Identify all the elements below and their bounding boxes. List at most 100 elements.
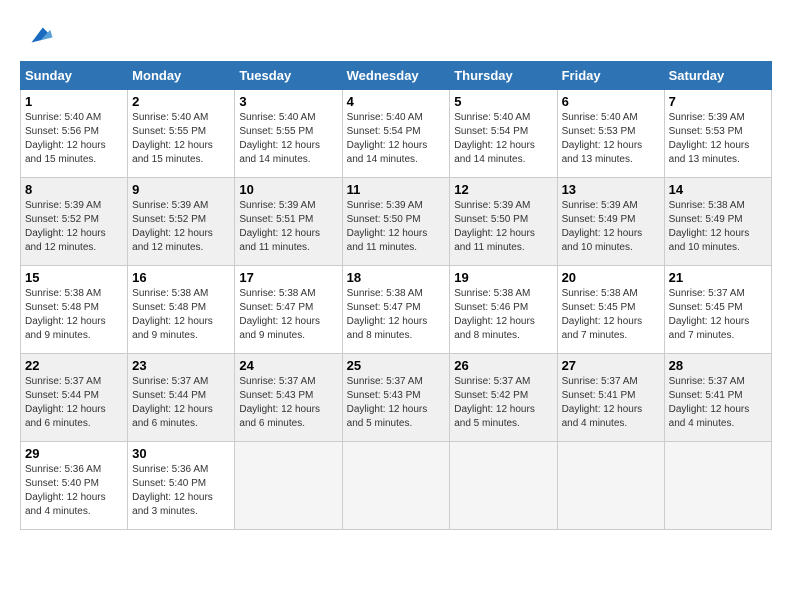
day-number: 29	[25, 446, 123, 461]
day-info: Sunrise: 5:39 AM Sunset: 5:53 PM Dayligh…	[669, 111, 767, 167]
calendar-cell: 28 Sunrise: 5:37 AM Sunset: 5:41 PM Dayl…	[664, 353, 771, 441]
day-info: Sunrise: 5:39 AM Sunset: 5:52 PM Dayligh…	[25, 199, 123, 255]
calendar-cell	[235, 441, 342, 529]
day-number: 26	[454, 358, 552, 373]
calendar-cell: 4 Sunrise: 5:40 AM Sunset: 5:54 PM Dayli…	[342, 89, 450, 177]
calendar-cell: 11 Sunrise: 5:39 AM Sunset: 5:50 PM Dayl…	[342, 177, 450, 265]
calendar-cell	[557, 441, 664, 529]
day-info: Sunrise: 5:40 AM Sunset: 5:54 PM Dayligh…	[347, 111, 446, 167]
day-number: 15	[25, 270, 123, 285]
day-number: 1	[25, 94, 123, 109]
day-number: 27	[562, 358, 660, 373]
calendar-week-3: 15 Sunrise: 5:38 AM Sunset: 5:48 PM Dayl…	[21, 265, 772, 353]
day-info: Sunrise: 5:39 AM Sunset: 5:51 PM Dayligh…	[239, 199, 337, 255]
calendar-cell: 5 Sunrise: 5:40 AM Sunset: 5:54 PM Dayli…	[450, 89, 557, 177]
day-number: 28	[669, 358, 767, 373]
day-info: Sunrise: 5:38 AM Sunset: 5:49 PM Dayligh…	[669, 199, 767, 255]
day-info: Sunrise: 5:37 AM Sunset: 5:41 PM Dayligh…	[669, 375, 767, 431]
weekday-header-tuesday: Tuesday	[235, 61, 342, 89]
day-info: Sunrise: 5:40 AM Sunset: 5:55 PM Dayligh…	[239, 111, 337, 167]
day-number: 17	[239, 270, 337, 285]
logo-icon	[24, 20, 54, 50]
calendar-header-row: SundayMondayTuesdayWednesdayThursdayFrid…	[21, 61, 772, 89]
day-info: Sunrise: 5:38 AM Sunset: 5:47 PM Dayligh…	[347, 287, 446, 343]
logo-text	[20, 20, 54, 55]
calendar-cell: 9 Sunrise: 5:39 AM Sunset: 5:52 PM Dayli…	[128, 177, 235, 265]
day-info: Sunrise: 5:39 AM Sunset: 5:50 PM Dayligh…	[454, 199, 552, 255]
calendar-cell: 20 Sunrise: 5:38 AM Sunset: 5:45 PM Dayl…	[557, 265, 664, 353]
day-number: 19	[454, 270, 552, 285]
day-number: 7	[669, 94, 767, 109]
calendar-cell: 19 Sunrise: 5:38 AM Sunset: 5:46 PM Dayl…	[450, 265, 557, 353]
calendar-cell: 10 Sunrise: 5:39 AM Sunset: 5:51 PM Dayl…	[235, 177, 342, 265]
day-info: Sunrise: 5:36 AM Sunset: 5:40 PM Dayligh…	[25, 463, 123, 519]
calendar-cell: 18 Sunrise: 5:38 AM Sunset: 5:47 PM Dayl…	[342, 265, 450, 353]
day-info: Sunrise: 5:40 AM Sunset: 5:54 PM Dayligh…	[454, 111, 552, 167]
day-number: 18	[347, 270, 446, 285]
weekday-header-wednesday: Wednesday	[342, 61, 450, 89]
weekday-header-monday: Monday	[128, 61, 235, 89]
calendar-cell: 8 Sunrise: 5:39 AM Sunset: 5:52 PM Dayli…	[21, 177, 128, 265]
calendar-cell: 24 Sunrise: 5:37 AM Sunset: 5:43 PM Dayl…	[235, 353, 342, 441]
day-info: Sunrise: 5:38 AM Sunset: 5:48 PM Dayligh…	[25, 287, 123, 343]
calendar-body: 1 Sunrise: 5:40 AM Sunset: 5:56 PM Dayli…	[21, 89, 772, 529]
day-number: 30	[132, 446, 230, 461]
weekday-header-friday: Friday	[557, 61, 664, 89]
calendar-cell: 23 Sunrise: 5:37 AM Sunset: 5:44 PM Dayl…	[128, 353, 235, 441]
calendar-cell: 6 Sunrise: 5:40 AM Sunset: 5:53 PM Dayli…	[557, 89, 664, 177]
day-number: 2	[132, 94, 230, 109]
day-number: 21	[669, 270, 767, 285]
calendar-cell: 17 Sunrise: 5:38 AM Sunset: 5:47 PM Dayl…	[235, 265, 342, 353]
calendar-week-1: 1 Sunrise: 5:40 AM Sunset: 5:56 PM Dayli…	[21, 89, 772, 177]
day-number: 10	[239, 182, 337, 197]
day-number: 6	[562, 94, 660, 109]
day-number: 16	[132, 270, 230, 285]
calendar-cell: 2 Sunrise: 5:40 AM Sunset: 5:55 PM Dayli…	[128, 89, 235, 177]
day-info: Sunrise: 5:38 AM Sunset: 5:45 PM Dayligh…	[562, 287, 660, 343]
day-info: Sunrise: 5:39 AM Sunset: 5:49 PM Dayligh…	[562, 199, 660, 255]
logo	[20, 20, 54, 51]
calendar-cell	[664, 441, 771, 529]
calendar-cell: 1 Sunrise: 5:40 AM Sunset: 5:56 PM Dayli…	[21, 89, 128, 177]
day-info: Sunrise: 5:40 AM Sunset: 5:55 PM Dayligh…	[132, 111, 230, 167]
calendar-cell: 29 Sunrise: 5:36 AM Sunset: 5:40 PM Dayl…	[21, 441, 128, 529]
calendar-cell: 15 Sunrise: 5:38 AM Sunset: 5:48 PM Dayl…	[21, 265, 128, 353]
day-number: 14	[669, 182, 767, 197]
calendar-cell: 26 Sunrise: 5:37 AM Sunset: 5:42 PM Dayl…	[450, 353, 557, 441]
weekday-header-saturday: Saturday	[664, 61, 771, 89]
page-header	[20, 20, 772, 51]
day-number: 4	[347, 94, 446, 109]
calendar-cell: 7 Sunrise: 5:39 AM Sunset: 5:53 PM Dayli…	[664, 89, 771, 177]
day-info: Sunrise: 5:37 AM Sunset: 5:44 PM Dayligh…	[132, 375, 230, 431]
calendar-cell: 27 Sunrise: 5:37 AM Sunset: 5:41 PM Dayl…	[557, 353, 664, 441]
calendar-cell: 21 Sunrise: 5:37 AM Sunset: 5:45 PM Dayl…	[664, 265, 771, 353]
calendar-cell: 16 Sunrise: 5:38 AM Sunset: 5:48 PM Dayl…	[128, 265, 235, 353]
day-info: Sunrise: 5:39 AM Sunset: 5:50 PM Dayligh…	[347, 199, 446, 255]
calendar-cell: 30 Sunrise: 5:36 AM Sunset: 5:40 PM Dayl…	[128, 441, 235, 529]
calendar-cell	[450, 441, 557, 529]
day-number: 9	[132, 182, 230, 197]
day-number: 13	[562, 182, 660, 197]
weekday-header-sunday: Sunday	[21, 61, 128, 89]
day-info: Sunrise: 5:38 AM Sunset: 5:47 PM Dayligh…	[239, 287, 337, 343]
day-info: Sunrise: 5:37 AM Sunset: 5:44 PM Dayligh…	[25, 375, 123, 431]
day-number: 3	[239, 94, 337, 109]
day-info: Sunrise: 5:37 AM Sunset: 5:41 PM Dayligh…	[562, 375, 660, 431]
day-number: 20	[562, 270, 660, 285]
day-number: 22	[25, 358, 123, 373]
day-number: 23	[132, 358, 230, 373]
day-info: Sunrise: 5:37 AM Sunset: 5:42 PM Dayligh…	[454, 375, 552, 431]
day-info: Sunrise: 5:36 AM Sunset: 5:40 PM Dayligh…	[132, 463, 230, 519]
calendar-cell: 22 Sunrise: 5:37 AM Sunset: 5:44 PM Dayl…	[21, 353, 128, 441]
day-number: 25	[347, 358, 446, 373]
calendar-cell: 12 Sunrise: 5:39 AM Sunset: 5:50 PM Dayl…	[450, 177, 557, 265]
calendar-week-4: 22 Sunrise: 5:37 AM Sunset: 5:44 PM Dayl…	[21, 353, 772, 441]
day-info: Sunrise: 5:37 AM Sunset: 5:43 PM Dayligh…	[239, 375, 337, 431]
weekday-header-thursday: Thursday	[450, 61, 557, 89]
day-info: Sunrise: 5:37 AM Sunset: 5:43 PM Dayligh…	[347, 375, 446, 431]
calendar-week-5: 29 Sunrise: 5:36 AM Sunset: 5:40 PM Dayl…	[21, 441, 772, 529]
day-info: Sunrise: 5:38 AM Sunset: 5:46 PM Dayligh…	[454, 287, 552, 343]
calendar-week-2: 8 Sunrise: 5:39 AM Sunset: 5:52 PM Dayli…	[21, 177, 772, 265]
day-info: Sunrise: 5:40 AM Sunset: 5:56 PM Dayligh…	[25, 111, 123, 167]
day-number: 24	[239, 358, 337, 373]
